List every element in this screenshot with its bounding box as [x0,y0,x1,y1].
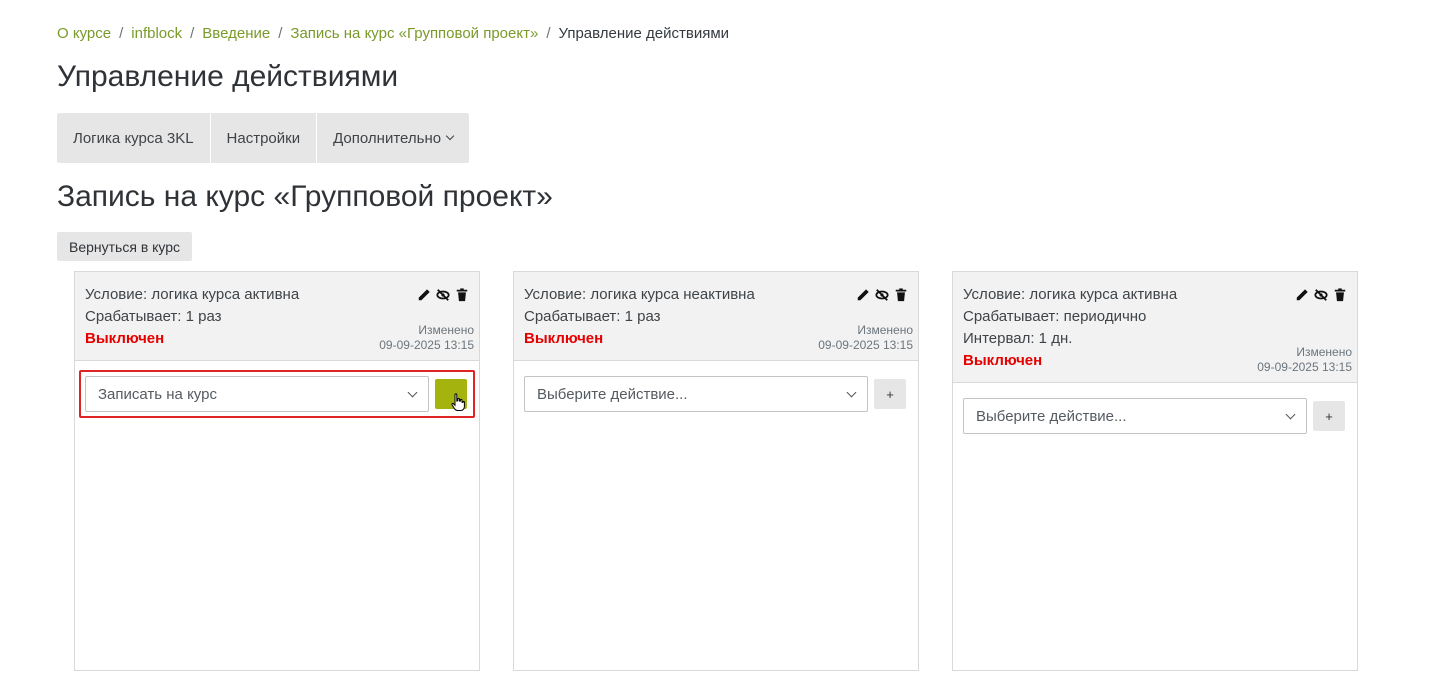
card-trigger: Срабатывает: периодично [963,308,1147,325]
add-action-button[interactable]: + [1313,401,1345,431]
card-condition: Условие: логика курса активна [963,286,1178,303]
card-header: Условие: логика курса неактивна Срабатыв… [514,272,918,361]
section-title: Запись на курс «Групповой проект» [57,180,553,213]
card-actions [417,288,469,302]
modified-info: Изменено 09-09-2025 13:15 [379,323,474,353]
breadcrumb: О курсе / infblock / Введение / Запись н… [57,25,729,42]
add-action-button[interactable]: + [874,379,906,409]
breadcrumb-separator: / [278,25,283,42]
chevron-down-icon [407,387,418,397]
breadcrumb-link-enrolment[interactable]: Запись на курс «Групповой проект» [290,25,538,42]
action-select-row: Выберите действие... + [524,376,908,412]
action-card: Условие: логика курса неактивна Срабатыв… [513,271,919,671]
tab-label: Дополнительно [333,129,442,147]
trash-icon[interactable] [894,288,908,302]
action-select-row: Выберите действие... + [963,398,1347,434]
modified-info: Изменено 09-09-2025 13:15 [1257,345,1352,375]
page-title: Управление действиями [57,60,399,93]
breadcrumb-separator: / [190,25,195,42]
card-condition: Условие: логика курса неактивна [524,286,755,303]
card-header: Условие: логика курса активна Срабатывае… [953,272,1357,383]
pencil-icon[interactable] [1295,288,1309,302]
breadcrumb-link-about-course[interactable]: О курсе [57,25,111,42]
select-value: Выберите действие... [537,385,688,403]
modified-date: 09-09-2025 13:15 [818,338,913,352]
trash-icon[interactable] [1333,288,1347,302]
trash-icon[interactable] [455,288,469,302]
breadcrumb-separator: / [546,25,551,42]
modified-label: Изменено [1296,345,1352,359]
card-actions [856,288,908,302]
tab-settings[interactable]: Настройки [210,113,318,163]
breadcrumb-link-intro[interactable]: Введение [202,25,270,42]
tab-course-logic[interactable]: Логика курса 3KL [57,113,211,163]
card-body: Выберите действие... + [953,383,1357,449]
modified-info: Изменено 09-09-2025 13:15 [818,323,913,353]
pencil-icon[interactable] [856,288,870,302]
action-card: Условие: логика курса активна Срабатывае… [952,271,1358,671]
card-body: Записать на курс [75,361,479,427]
modified-date: 09-09-2025 13:15 [1257,360,1352,374]
add-action-button[interactable] [435,379,467,411]
chevron-down-icon [846,387,857,397]
select-value: Записать на курс [98,385,217,403]
breadcrumb-link-infblock[interactable]: infblock [131,25,182,42]
hand-cursor-icon [451,393,465,411]
action-select[interactable]: Выберите действие... [524,376,868,412]
breadcrumb-separator: / [119,25,124,42]
tab-label: Логика курса 3KL [73,129,194,147]
action-select[interactable]: Записать на курс [85,376,429,412]
card-header: Условие: логика курса активна Срабатывае… [75,272,479,361]
modified-date: 09-09-2025 13:15 [379,338,474,352]
chevron-down-icon [1285,409,1296,419]
secondary-navigation: Логика курса 3KL Настройки Дополнительно [57,113,470,163]
action-select-row: Записать на курс [79,370,475,418]
select-value: Выберите действие... [976,407,1127,425]
action-select[interactable]: Выберите действие... [963,398,1307,434]
pencil-icon[interactable] [417,288,431,302]
chevron-down-icon [445,131,455,141]
back-to-course-button[interactable]: Вернуться в курс [57,232,193,261]
eye-slash-icon[interactable] [436,288,450,302]
tab-more[interactable]: Дополнительно [317,113,470,163]
card-body: Выберите действие... + [514,361,918,427]
action-card: Условие: логика курса активна Срабатывае… [74,271,480,671]
eye-slash-icon[interactable] [875,288,889,302]
eye-slash-icon[interactable] [1314,288,1328,302]
breadcrumb-current: Управление действиями [558,25,730,42]
modified-label: Изменено [418,323,474,337]
card-actions [1295,288,1347,302]
card-condition: Условие: логика курса активна [85,286,300,303]
tab-label: Настройки [226,129,301,147]
modified-label: Изменено [857,323,913,337]
